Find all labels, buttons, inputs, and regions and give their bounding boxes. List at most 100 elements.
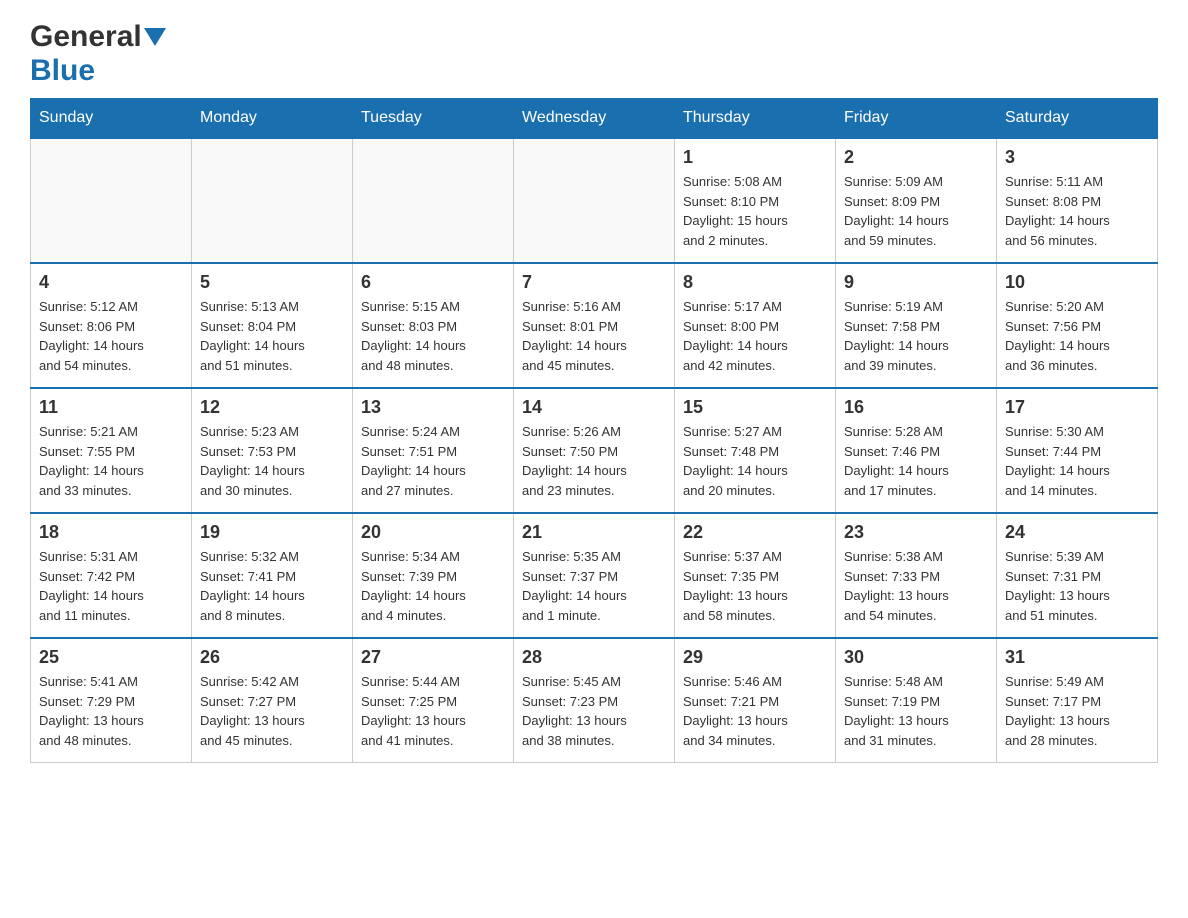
calendar-cell: 27 Sunrise: 5:44 AM Sunset: 7:25 PM Dayli… xyxy=(353,638,514,763)
day-info: Sunrise: 5:38 AM Sunset: 7:33 PM Dayligh… xyxy=(844,547,988,625)
calendar-cell: 19 Sunrise: 5:32 AM Sunset: 7:41 PM Dayli… xyxy=(192,513,353,638)
day-number: 8 xyxy=(683,272,827,293)
calendar-cell: 3Sunrise: 5:11 AM Sunset: 8:08 PM Daylig… xyxy=(997,138,1158,263)
day-info: Sunrise: 5:13 AM Sunset: 8:04 PM Dayligh… xyxy=(200,297,344,375)
calendar-cell: 2 Sunrise: 5:09 AM Sunset: 8:09 PM Daylig… xyxy=(836,138,997,263)
day-info: Sunrise: 5:34 AM Sunset: 7:39 PM Dayligh… xyxy=(361,547,505,625)
day-info: Sunrise: 5:12 AM Sunset: 8:06 PM Dayligh… xyxy=(39,297,183,375)
weekday-header-friday: Friday xyxy=(836,99,997,139)
weekday-header-wednesday: Wednesday xyxy=(514,99,675,139)
day-number: 19 xyxy=(200,522,344,543)
day-info: Sunrise: 5:32 AM Sunset: 7:41 PM Dayligh… xyxy=(200,547,344,625)
day-info: Sunrise: 5:35 AM Sunset: 7:37 PM Dayligh… xyxy=(522,547,666,625)
calendar-cell: 28Sunrise: 5:45 AM Sunset: 7:23 PM Dayli… xyxy=(514,638,675,763)
day-info: Sunrise: 5:11 AM Sunset: 8:08 PM Dayligh… xyxy=(1005,172,1149,250)
calendar-table: SundayMondayTuesdayWednesdayThursdayFrid… xyxy=(30,98,1158,763)
day-info: Sunrise: 5:08 AM Sunset: 8:10 PM Dayligh… xyxy=(683,172,827,250)
day-info: Sunrise: 5:49 AM Sunset: 7:17 PM Dayligh… xyxy=(1005,672,1149,750)
day-info: Sunrise: 5:44 AM Sunset: 7:25 PM Dayligh… xyxy=(361,672,505,750)
day-info: Sunrise: 5:31 AM Sunset: 7:42 PM Dayligh… xyxy=(39,547,183,625)
day-number: 25 xyxy=(39,647,183,668)
day-info: Sunrise: 5:24 AM Sunset: 7:51 PM Dayligh… xyxy=(361,422,505,500)
calendar-header: SundayMondayTuesdayWednesdayThursdayFrid… xyxy=(31,99,1158,139)
calendar-cell: 21Sunrise: 5:35 AM Sunset: 7:37 PM Dayli… xyxy=(514,513,675,638)
calendar-cell: 4 Sunrise: 5:12 AM Sunset: 8:06 PM Daylig… xyxy=(31,263,192,388)
weekday-header-thursday: Thursday xyxy=(675,99,836,139)
calendar-cell: 7 Sunrise: 5:16 AM Sunset: 8:01 PM Daylig… xyxy=(514,263,675,388)
calendar-cell: 17 Sunrise: 5:30 AM Sunset: 7:44 PM Dayli… xyxy=(997,388,1158,513)
day-number: 16 xyxy=(844,397,988,418)
day-info: Sunrise: 5:48 AM Sunset: 7:19 PM Dayligh… xyxy=(844,672,988,750)
calendar-cell: 5 Sunrise: 5:13 AM Sunset: 8:04 PM Daylig… xyxy=(192,263,353,388)
calendar-cell: 30 Sunrise: 5:48 AM Sunset: 7:19 PM Dayli… xyxy=(836,638,997,763)
day-number: 4 xyxy=(39,272,183,293)
weekday-header-tuesday: Tuesday xyxy=(353,99,514,139)
calendar-cell: 6Sunrise: 5:15 AM Sunset: 8:03 PM Daylig… xyxy=(353,263,514,388)
logo-blue-text: Blue xyxy=(30,54,95,88)
weekday-header-row: SundayMondayTuesdayWednesdayThursdayFrid… xyxy=(31,99,1158,139)
day-number: 22 xyxy=(683,522,827,543)
calendar-cell: 25 Sunrise: 5:41 AM Sunset: 7:29 PM Dayli… xyxy=(31,638,192,763)
day-info: Sunrise: 5:15 AM Sunset: 8:03 PM Dayligh… xyxy=(361,297,505,375)
calendar-cell: 23 Sunrise: 5:38 AM Sunset: 7:33 PM Dayli… xyxy=(836,513,997,638)
calendar-cell: 22Sunrise: 5:37 AM Sunset: 7:35 PM Dayli… xyxy=(675,513,836,638)
calendar-cell: 18 Sunrise: 5:31 AM Sunset: 7:42 PM Dayli… xyxy=(31,513,192,638)
calendar-cell: 14 Sunrise: 5:26 AM Sunset: 7:50 PM Dayli… xyxy=(514,388,675,513)
calendar-body: 1 Sunrise: 5:08 AM Sunset: 8:10 PM Daylig… xyxy=(31,138,1158,763)
calendar-week-row: 1 Sunrise: 5:08 AM Sunset: 8:10 PM Daylig… xyxy=(31,138,1158,263)
day-number: 30 xyxy=(844,647,988,668)
day-info: Sunrise: 5:30 AM Sunset: 7:44 PM Dayligh… xyxy=(1005,422,1149,500)
day-info: Sunrise: 5:26 AM Sunset: 7:50 PM Dayligh… xyxy=(522,422,666,500)
logo-general-text: General xyxy=(30,20,142,54)
day-number: 23 xyxy=(844,522,988,543)
day-number: 13 xyxy=(361,397,505,418)
day-info: Sunrise: 5:39 AM Sunset: 7:31 PM Dayligh… xyxy=(1005,547,1149,625)
day-info: Sunrise: 5:27 AM Sunset: 7:48 PM Dayligh… xyxy=(683,422,827,500)
day-info: Sunrise: 5:41 AM Sunset: 7:29 PM Dayligh… xyxy=(39,672,183,750)
day-number: 17 xyxy=(1005,397,1149,418)
day-number: 7 xyxy=(522,272,666,293)
day-number: 24 xyxy=(1005,522,1149,543)
calendar-cell: 8 Sunrise: 5:17 AM Sunset: 8:00 PM Daylig… xyxy=(675,263,836,388)
day-info: Sunrise: 5:17 AM Sunset: 8:00 PM Dayligh… xyxy=(683,297,827,375)
day-info: Sunrise: 5:28 AM Sunset: 7:46 PM Dayligh… xyxy=(844,422,988,500)
day-info: Sunrise: 5:19 AM Sunset: 7:58 PM Dayligh… xyxy=(844,297,988,375)
calendar-week-row: 25 Sunrise: 5:41 AM Sunset: 7:29 PM Dayli… xyxy=(31,638,1158,763)
day-number: 10 xyxy=(1005,272,1149,293)
day-number: 15 xyxy=(683,397,827,418)
calendar-cell: 9 Sunrise: 5:19 AM Sunset: 7:58 PM Daylig… xyxy=(836,263,997,388)
day-number: 5 xyxy=(200,272,344,293)
calendar-cell xyxy=(31,138,192,263)
day-number: 2 xyxy=(844,147,988,168)
calendar-cell xyxy=(514,138,675,263)
day-number: 26 xyxy=(200,647,344,668)
calendar-cell: 16 Sunrise: 5:28 AM Sunset: 7:46 PM Dayli… xyxy=(836,388,997,513)
calendar-cell: 29 Sunrise: 5:46 AM Sunset: 7:21 PM Dayli… xyxy=(675,638,836,763)
calendar-cell: 11 Sunrise: 5:21 AM Sunset: 7:55 PM Dayli… xyxy=(31,388,192,513)
day-info: Sunrise: 5:16 AM Sunset: 8:01 PM Dayligh… xyxy=(522,297,666,375)
calendar-cell: 12 Sunrise: 5:23 AM Sunset: 7:53 PM Dayli… xyxy=(192,388,353,513)
logo: General Blue xyxy=(30,20,166,88)
day-number: 28 xyxy=(522,647,666,668)
day-number: 14 xyxy=(522,397,666,418)
day-info: Sunrise: 5:46 AM Sunset: 7:21 PM Dayligh… xyxy=(683,672,827,750)
day-number: 9 xyxy=(844,272,988,293)
day-number: 29 xyxy=(683,647,827,668)
day-number: 11 xyxy=(39,397,183,418)
calendar-cell: 24 Sunrise: 5:39 AM Sunset: 7:31 PM Dayli… xyxy=(997,513,1158,638)
calendar-cell: 10Sunrise: 5:20 AM Sunset: 7:56 PM Dayli… xyxy=(997,263,1158,388)
calendar-cell: 20Sunrise: 5:34 AM Sunset: 7:39 PM Dayli… xyxy=(353,513,514,638)
day-number: 1 xyxy=(683,147,827,168)
day-number: 18 xyxy=(39,522,183,543)
calendar-cell: 31Sunrise: 5:49 AM Sunset: 7:17 PM Dayli… xyxy=(997,638,1158,763)
calendar-cell: 26Sunrise: 5:42 AM Sunset: 7:27 PM Dayli… xyxy=(192,638,353,763)
calendar-cell: 1 Sunrise: 5:08 AM Sunset: 8:10 PM Daylig… xyxy=(675,138,836,263)
weekday-header-saturday: Saturday xyxy=(997,99,1158,139)
weekday-header-sunday: Sunday xyxy=(31,99,192,139)
logo-triangle-icon xyxy=(144,28,166,48)
day-info: Sunrise: 5:09 AM Sunset: 8:09 PM Dayligh… xyxy=(844,172,988,250)
day-number: 27 xyxy=(361,647,505,668)
day-info: Sunrise: 5:23 AM Sunset: 7:53 PM Dayligh… xyxy=(200,422,344,500)
day-number: 12 xyxy=(200,397,344,418)
day-info: Sunrise: 5:21 AM Sunset: 7:55 PM Dayligh… xyxy=(39,422,183,500)
